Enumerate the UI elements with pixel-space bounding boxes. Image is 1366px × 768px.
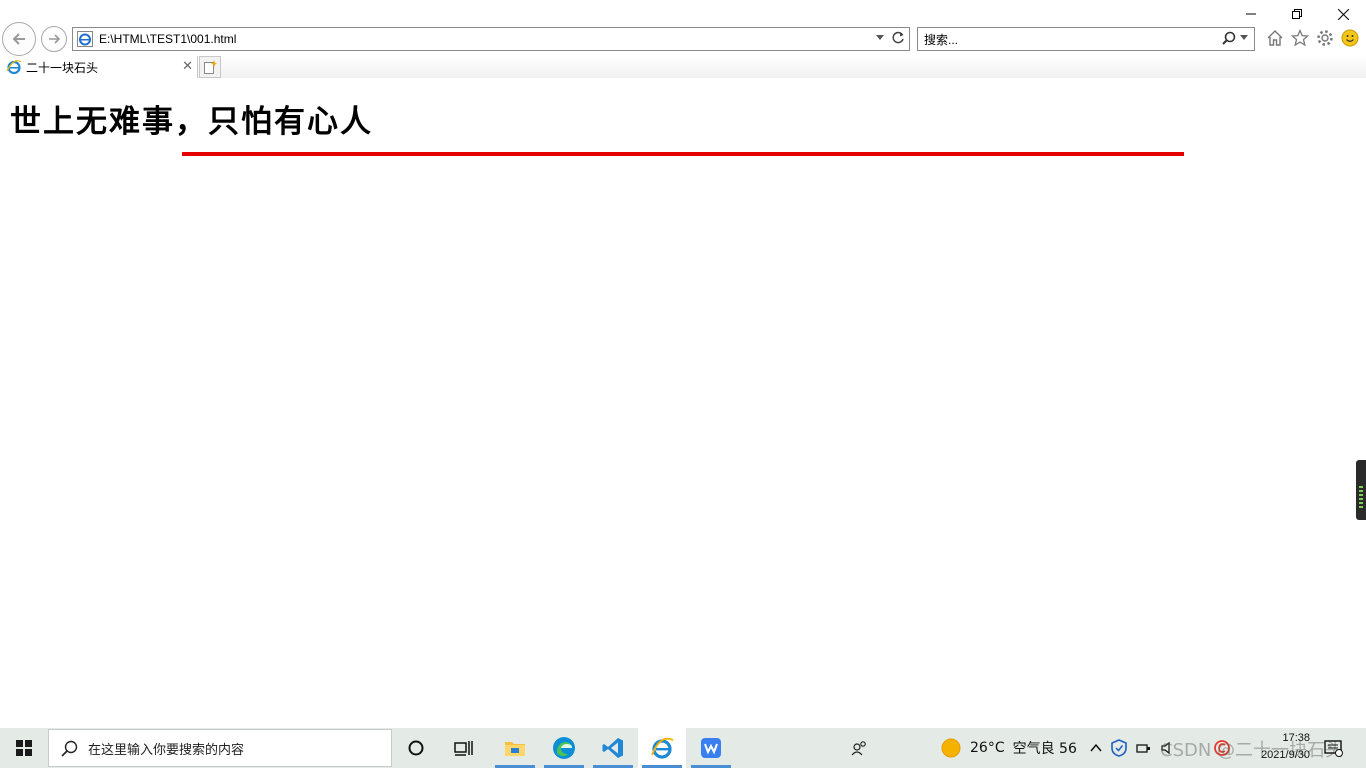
back-button[interactable] — [2, 22, 36, 56]
home-icon[interactable] — [1266, 29, 1284, 47]
minimize-icon — [1246, 13, 1256, 15]
taskbar-search-box[interactable]: 在这里输入你要搜索的内容 — [48, 729, 392, 767]
wps-icon — [701, 738, 721, 758]
clock-time: 17:38 — [1282, 732, 1310, 744]
taskbar: 在这里输入你要搜索的内容 26°C 空气良 56 CSDN @二十一块石头 17… — [0, 728, 1366, 768]
page-heading: 世上无难事，只怕有心人 — [10, 104, 373, 140]
tab-close-icon[interactable]: ✕ — [182, 59, 193, 74]
task-view-icon — [454, 741, 473, 756]
cortana-icon — [408, 740, 424, 756]
search-dropdown-icon[interactable] — [1240, 35, 1248, 41]
clock[interactable]: 17:38 2021/9/30 — [1244, 730, 1310, 764]
search-box[interactable]: 搜索... — [917, 27, 1255, 51]
people-button[interactable] — [850, 728, 868, 768]
wps-button[interactable] — [687, 728, 735, 768]
cortana-button[interactable] — [392, 728, 440, 768]
air-quality: 空气良 56 — [1012, 741, 1077, 757]
address-url: E:\HTML\TEST1\001.html — [99, 32, 237, 46]
tab-strip: 二十一块石头 ✕ — [0, 56, 1366, 78]
tab-active[interactable]: 二十一块石头 ✕ — [0, 56, 198, 78]
network-icon[interactable] — [1136, 741, 1152, 755]
horizontal-rule — [182, 152, 1184, 156]
taskbar-search-icon — [61, 740, 78, 757]
refresh-icon[interactable] — [892, 31, 905, 44]
search-icon[interactable] — [1222, 31, 1236, 45]
defender-shield-icon[interactable] — [1111, 739, 1127, 757]
show-hidden-icons-chevron-icon[interactable] — [1090, 743, 1102, 753]
weather-temperature: 26°C — [970, 740, 1005, 756]
navigation-bar: E:\HTML\TEST1\001.html 搜索... — [0, 22, 1366, 56]
page-ie-icon — [77, 31, 93, 47]
side-panel-handle[interactable] — [1356, 460, 1366, 520]
windows-logo-icon — [16, 740, 32, 756]
tab-ie-icon — [6, 60, 22, 75]
start-button[interactable] — [0, 728, 48, 768]
action-center-button[interactable] — [1324, 728, 1344, 768]
browser-toolbar-icons — [1266, 29, 1359, 47]
new-tab-icon — [204, 60, 217, 74]
file-explorer-icon — [505, 742, 525, 756]
restore-icon — [1292, 9, 1302, 19]
forward-button[interactable] — [41, 26, 67, 52]
task-view-button[interactable] — [440, 728, 488, 768]
back-arrow-icon — [12, 33, 25, 45]
address-bar[interactable]: E:\HTML\TEST1\001.html — [72, 27, 910, 51]
new-tab-button[interactable] — [199, 56, 221, 78]
page-content: 世上无难事，只怕有心人 — [0, 78, 1366, 728]
clock-date: 2021/9/30 — [1261, 749, 1310, 761]
notification-icon — [1324, 740, 1343, 757]
address-dropdown-icon[interactable] — [876, 34, 884, 41]
feedback-smiley-icon[interactable] — [1341, 29, 1359, 47]
desktop-screen: E:\HTML\TEST1\001.html 搜索... 二十一块石头 ✕ 世上… — [0, 0, 1366, 768]
settings-gear-icon[interactable] — [1316, 29, 1334, 47]
close-icon — [1337, 8, 1349, 20]
weather-widget[interactable]: 26°C 空气良 56 — [940, 728, 1077, 768]
vscode-button[interactable] — [589, 728, 637, 768]
taskbar-search-placeholder: 在这里输入你要搜索的内容 — [88, 742, 245, 758]
search-placeholder: 搜索... — [924, 32, 959, 47]
file-explorer-button[interactable] — [491, 728, 539, 768]
edge-icon — [553, 737, 575, 759]
weather-sun-icon — [941, 738, 961, 758]
tab-title: 二十一块石头 — [26, 60, 99, 75]
favorites-star-icon[interactable] — [1291, 29, 1309, 47]
people-icon — [851, 741, 866, 756]
internet-explorer-button[interactable] — [638, 728, 686, 768]
vscode-icon — [602, 738, 623, 758]
internet-explorer-icon — [651, 737, 674, 759]
forward-arrow-icon — [49, 34, 61, 44]
edge-button[interactable] — [540, 728, 588, 768]
